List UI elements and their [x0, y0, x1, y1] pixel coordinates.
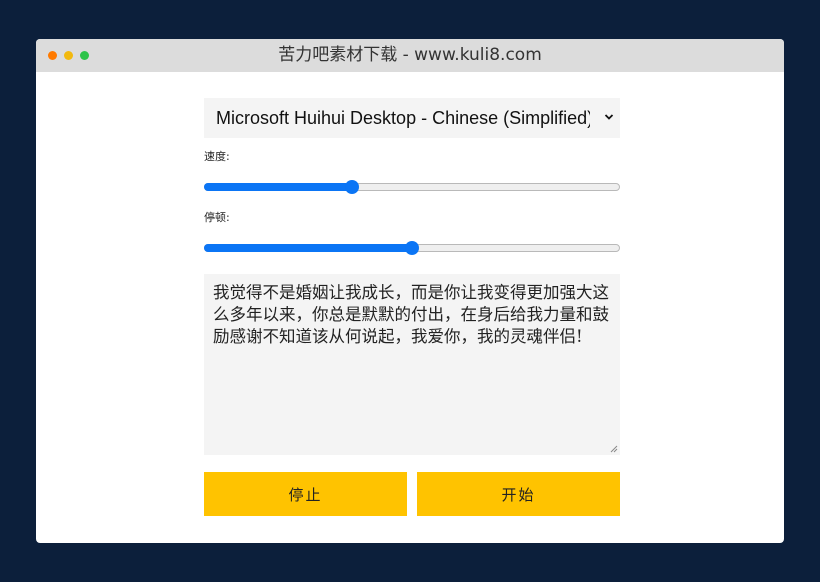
rate-label: 速度: — [204, 150, 230, 163]
rate-slider-fill — [204, 183, 352, 191]
rate-slider-thumb[interactable] — [345, 180, 359, 194]
pitch-label: 停顿: — [204, 211, 230, 224]
pitch-slider-fill — [204, 244, 412, 252]
pitch-slider-thumb[interactable] — [405, 241, 419, 255]
button-row: 停止 开始 — [204, 472, 620, 516]
rate-slider[interactable] — [204, 177, 620, 199]
resize-grip-icon[interactable] — [610, 445, 618, 453]
speech-panel: Microsoft Huihui Desktop - Chinese (Simp… — [204, 98, 620, 516]
speech-text-input[interactable]: 我觉得不是婚姻让我成长，而是你让我变得更加强大这么多年以来，你总是默默的付出，在… — [204, 274, 620, 455]
app-window: 苦力吧素材下载 - www.kuli8.com Microsoft Huihui… — [36, 39, 784, 543]
stop-button[interactable]: 停止 — [204, 472, 407, 516]
title-bar: 苦力吧素材下载 - www.kuli8.com — [36, 39, 784, 72]
pitch-slider[interactable] — [204, 238, 620, 260]
window-title: 苦力吧素材下载 - www.kuli8.com — [278, 45, 542, 65]
start-button[interactable]: 开始 — [417, 472, 620, 516]
voice-select-container: Microsoft Huihui Desktop - Chinese (Simp… — [204, 98, 620, 138]
voice-select[interactable]: Microsoft Huihui Desktop - Chinese (Simp… — [204, 98, 620, 138]
